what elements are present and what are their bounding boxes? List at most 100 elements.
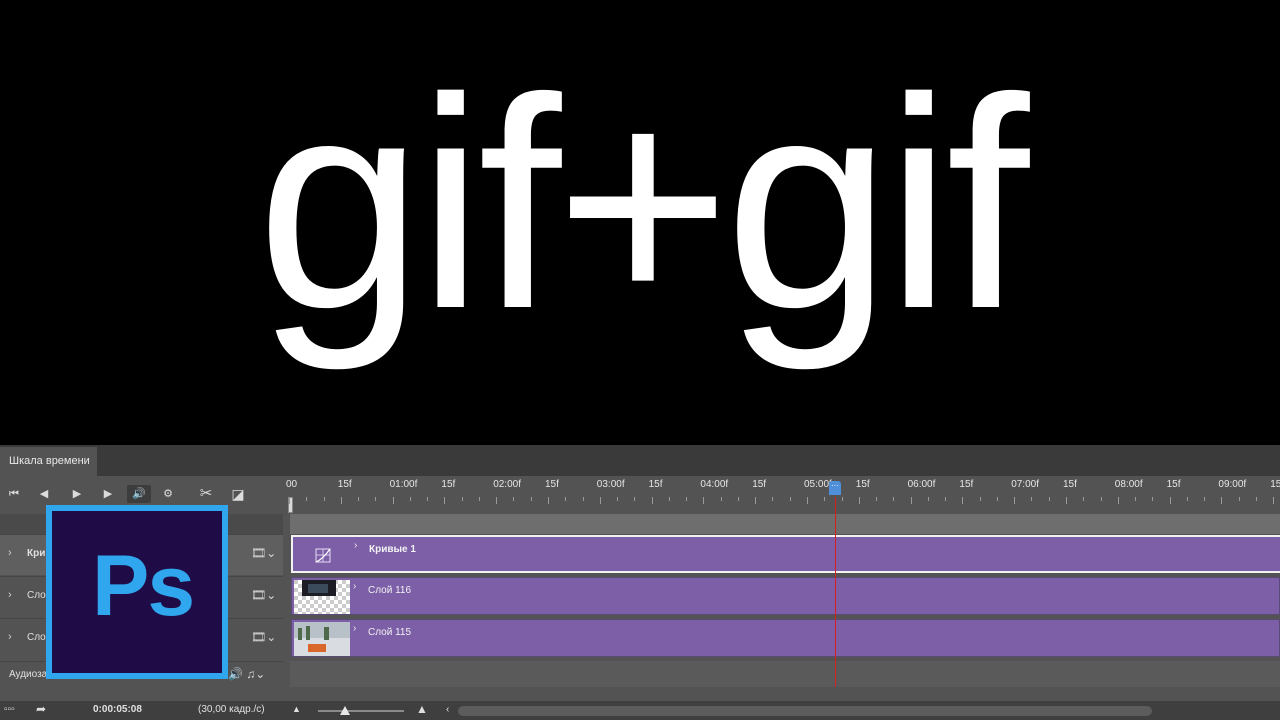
- ruler-label: 05:00f: [804, 479, 832, 490]
- ruler-label: 15f: [545, 479, 559, 490]
- ruler-tick: [1135, 497, 1137, 501]
- ruler-tick: [582, 497, 584, 501]
- ruler-tick: [496, 497, 498, 504]
- ruler-tick: [599, 497, 601, 504]
- ruler-label: 15f: [337, 479, 352, 490]
- ruler-tick: [1204, 497, 1206, 501]
- ruler-tick: [1014, 497, 1016, 504]
- clip-name: Кривые 1: [369, 544, 416, 555]
- clip-layer-116[interactable]: › Слой 116: [291, 577, 1280, 615]
- ruler-tick: [841, 497, 843, 501]
- ruler-tick: [1066, 497, 1067, 504]
- clip-expand-icon[interactable]: ›: [353, 581, 356, 592]
- next-frame-button[interactable]: ▶: [100, 485, 116, 503]
- ruler-tick: [548, 497, 549, 504]
- ruler-label: 03:00f: [596, 479, 625, 490]
- split-scissors-icon[interactable]: ✂: [196, 485, 216, 503]
- expand-chevron-icon[interactable]: ›: [8, 631, 12, 643]
- convert-frames-icon[interactable]: ▫▫▫: [4, 704, 15, 715]
- ruler-tick: [686, 497, 688, 501]
- ruler-tick: [1273, 497, 1275, 504]
- ruler-tick: [427, 497, 429, 501]
- scroll-left-icon[interactable]: ‹: [446, 704, 449, 715]
- zoom-slider-thumb[interactable]: [340, 706, 350, 715]
- ruler-tick: [996, 497, 998, 501]
- frame-rate: (30,00 кадр./с): [198, 704, 265, 715]
- ruler-tick: [858, 497, 860, 504]
- expand-chevron-icon[interactable]: ›: [8, 589, 12, 601]
- expand-chevron-icon[interactable]: ›: [8, 547, 12, 559]
- ruler-tick: [703, 497, 705, 504]
- ruler-tick: [945, 497, 947, 501]
- ruler-label: 15: [1270, 479, 1280, 490]
- timeline-tabbar: Шкала времени: [0, 445, 1280, 476]
- ruler-tick: [392, 497, 394, 504]
- ruler-tick: [1031, 497, 1033, 501]
- playhead-line[interactable]: [835, 497, 836, 687]
- ruler-tick: [289, 497, 290, 504]
- timeline-bottom-bar: ▫▫▫ ➦ 0:00:05:08 (30,00 кадр./с) ▲ ▲ ‹: [0, 701, 1280, 720]
- timeline-horizontal-scrollbar[interactable]: [458, 706, 1152, 716]
- clip-curves[interactable]: › Кривые 1: [291, 535, 1280, 573]
- tab-timeline[interactable]: Шкала времени: [0, 447, 97, 476]
- audio-track-label: Аудиоза: [9, 669, 48, 680]
- ruler-tick: [634, 497, 636, 501]
- play-button[interactable]: ▶: [69, 485, 85, 503]
- zoom-slider-track[interactable]: [318, 710, 404, 712]
- render-video-icon[interactable]: ➦: [36, 702, 46, 716]
- ruler-label: 15f: [648, 479, 663, 490]
- ruler-tick: [444, 497, 446, 504]
- ruler-label: 01:00f: [389, 479, 418, 490]
- ruler-tick: [979, 497, 981, 501]
- ruler-tick: [824, 497, 826, 501]
- first-frame-button[interactable]: ⏮: [6, 485, 22, 503]
- film-strip-icon[interactable]: 🎞⌄: [251, 588, 276, 602]
- ruler-tick: [358, 497, 360, 501]
- ruler-label: 06:00f: [907, 479, 936, 490]
- zoom-in-icon[interactable]: ▲: [416, 702, 428, 716]
- ruler-tick: [772, 497, 774, 501]
- ruler-label: 15f: [1063, 479, 1077, 490]
- work-area-bar[interactable]: [290, 514, 1280, 534]
- film-strip-icon[interactable]: 🎞⌄: [251, 546, 276, 560]
- clip-expand-icon[interactable]: ›: [353, 623, 356, 634]
- ruler-label: 15f: [441, 479, 456, 490]
- ruler-tick: [340, 497, 342, 504]
- ruler-label: 15f: [1166, 479, 1181, 490]
- settings-gear-icon[interactable]: ⚙: [160, 485, 176, 503]
- document-canvas: gif+gif: [0, 0, 1280, 445]
- ruler-tick: [565, 497, 567, 501]
- ruler-tick: [876, 497, 878, 501]
- ruler-label: 00: [286, 479, 298, 490]
- ruler-tick: [789, 497, 791, 501]
- ruler-tick: [478, 497, 480, 501]
- playhead-handle[interactable]: ···: [829, 481, 841, 495]
- ruler-tick: [1255, 497, 1257, 501]
- audio-volume-icon[interactable]: 🔊 ♫⌄: [228, 667, 265, 681]
- clip-name: Слой 116: [368, 585, 412, 596]
- ruler-tick: [737, 497, 739, 501]
- time-ruler[interactable]: 00 15f 01:00f 15f 02:00f 15f 03:00f 15f 04:00f 15…: [283, 476, 1280, 514]
- ruler-label: 15f: [855, 479, 870, 490]
- clip-layer-115[interactable]: › Слой 115: [291, 619, 1280, 657]
- ruler-tick: [1238, 497, 1240, 501]
- prev-frame-button[interactable]: ◀: [36, 485, 52, 503]
- film-strip-icon[interactable]: 🎞⌄: [251, 630, 276, 644]
- photoshop-logo: Ps: [46, 505, 228, 679]
- ruler-tick: [893, 497, 895, 501]
- ruler-label: 04:00f: [700, 479, 729, 490]
- ruler-tick: [409, 497, 411, 501]
- ruler-tick: [1152, 497, 1154, 501]
- current-time: 0:00:05:08: [93, 704, 142, 715]
- ruler-tick: [1117, 497, 1119, 504]
- layer-thumbnail: [294, 580, 350, 614]
- ruler-tick: [1048, 497, 1050, 501]
- clip-expand-icon[interactable]: ›: [354, 540, 357, 551]
- ruler-tick: [910, 497, 912, 504]
- ruler-tick: [530, 497, 532, 501]
- audio-toggle-button[interactable]: 🔊: [127, 485, 151, 503]
- transition-icon[interactable]: ◪: [229, 485, 247, 503]
- audio-track[interactable]: [290, 661, 1280, 687]
- zoom-out-icon[interactable]: ▲: [292, 704, 301, 714]
- ruler-label: 15f: [752, 479, 767, 490]
